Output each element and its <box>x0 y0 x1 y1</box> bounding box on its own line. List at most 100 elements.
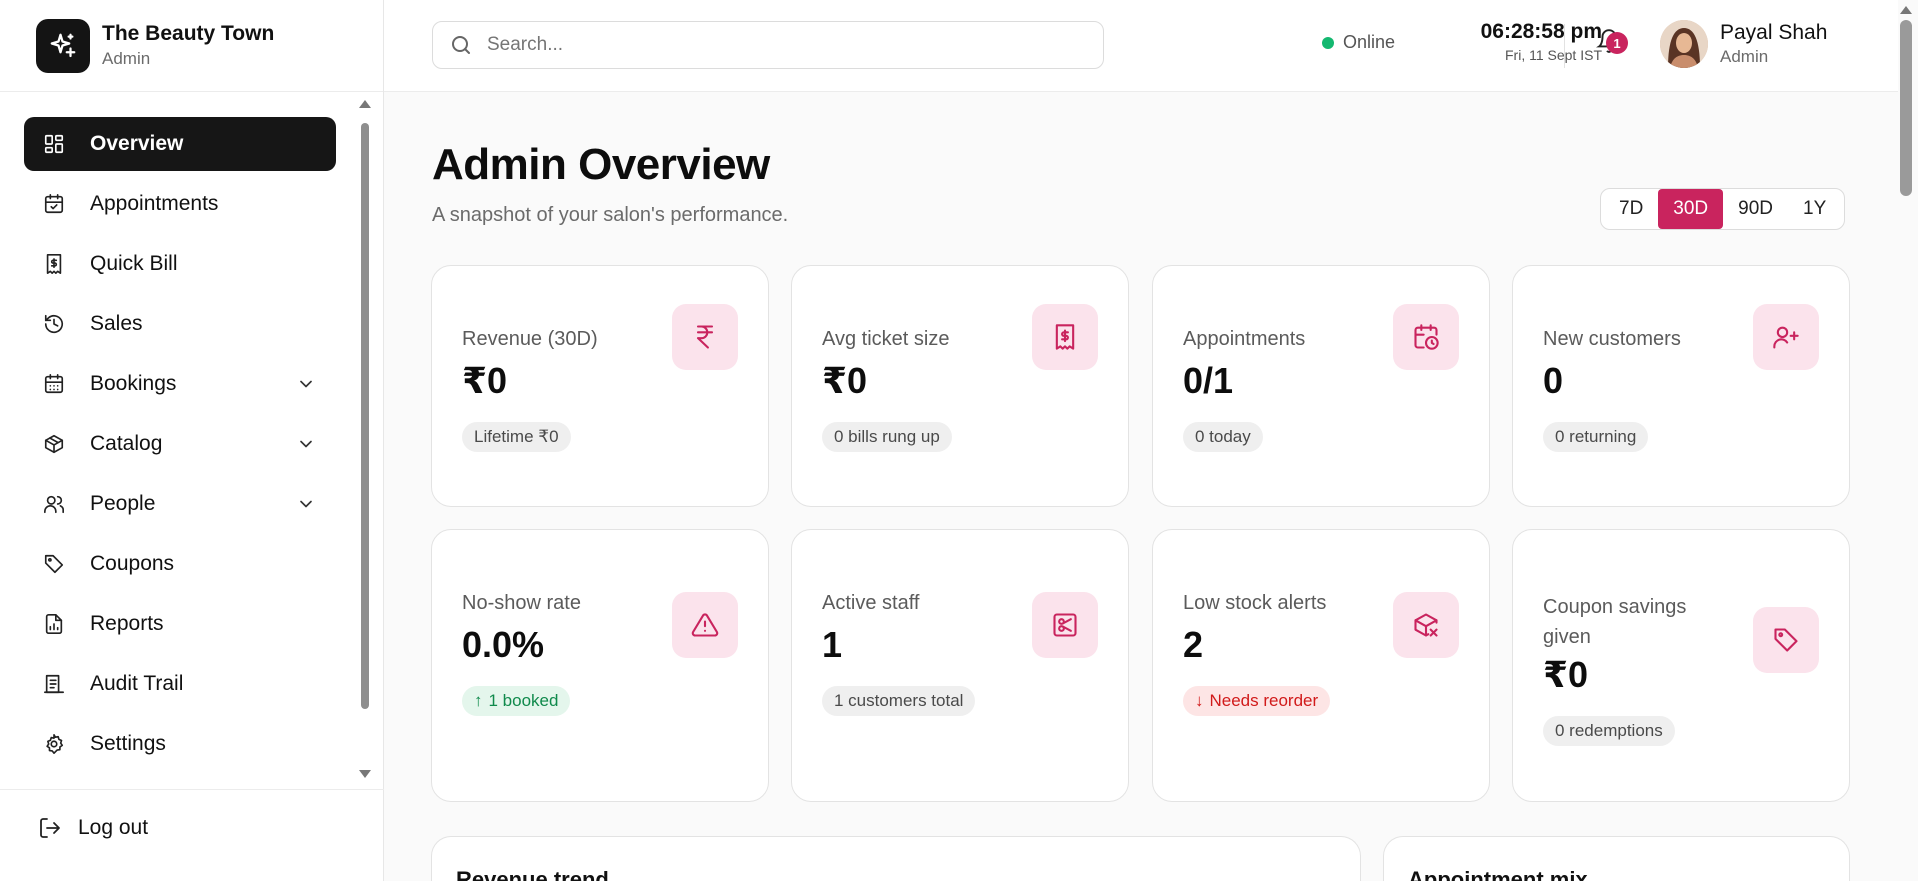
sidebar-item-label: Settings <box>90 732 166 755</box>
sidebar-item-catalog[interactable]: Catalog <box>24 417 336 471</box>
sidebar-item-people[interactable]: People <box>24 477 336 531</box>
card-value: 0 <box>1543 360 1564 401</box>
notification-badge: 1 <box>1606 32 1628 54</box>
user-role: Admin <box>1720 47 1769 66</box>
sidebar-item-label: People <box>90 492 156 515</box>
card-label: Appointments <box>1183 328 1306 350</box>
user-plus-icon <box>1753 304 1819 370</box>
card-label: Coupon savings given <box>1543 596 1687 648</box>
stat-card-new-customers[interactable]: New customers 0 0 returning <box>1512 265 1850 507</box>
revenue-trend-panel: Revenue trend <box>431 836 1361 881</box>
sparkles-logo-icon <box>36 18 90 73</box>
tag-icon <box>1753 607 1819 673</box>
box-icon <box>42 432 66 456</box>
stat-card-appointments[interactable]: Appointments 0/1 0 today <box>1152 265 1490 507</box>
clock-time: 06:28:58 pm <box>1480 20 1602 43</box>
sidebar-item-label: Catalog <box>90 432 163 455</box>
sidebar-item-audit-trail[interactable]: Audit Trail <box>24 657 336 711</box>
stat-card-avg-ticket[interactable]: Avg ticket size ₹0 0 bills rung up <box>791 265 1129 507</box>
brand-subtitle: Admin <box>102 49 151 68</box>
card-value: ₹0 <box>1543 654 1589 695</box>
online-status: Online <box>1322 32 1395 53</box>
panel-title: Revenue trend <box>456 867 609 881</box>
clock: 06:28:58 pm Fri, 11 Sept IST <box>1416 20 1602 63</box>
card-chip-trend-up: ↑ 1 booked <box>462 686 571 716</box>
scroll-thumb[interactable] <box>361 123 369 709</box>
receipt-icon <box>1032 304 1098 370</box>
chip-text: 1 booked <box>488 691 559 710</box>
card-chip: 0 returning <box>1543 422 1649 452</box>
search-box[interactable] <box>432 21 1104 69</box>
brand-title: The Beauty Town <box>102 22 275 45</box>
search-input[interactable] <box>487 34 1087 56</box>
panel-title: Appointment mix <box>1408 867 1588 881</box>
chevron-down-icon[interactable] <box>296 374 316 394</box>
page-title: Admin Overview <box>432 140 770 189</box>
range-90d-button[interactable]: 90D <box>1723 189 1788 229</box>
card-label: Revenue (30D) <box>462 328 598 350</box>
logout-icon <box>40 818 60 838</box>
card-label: No-show rate <box>462 592 581 614</box>
card-label: Active staff <box>822 592 920 614</box>
stat-card-active-staff[interactable]: Active staff 1 1 customers total <box>791 529 1129 802</box>
page-scroll-up-arrow[interactable] <box>1900 6 1912 14</box>
user-menu[interactable]: Payal Shah Admin <box>1660 20 1827 68</box>
scroll-down-arrow[interactable] <box>359 770 371 778</box>
card-value: 1 <box>822 624 843 665</box>
sidebar-item-coupons[interactable]: Coupons <box>24 537 336 591</box>
stat-card-no-show-rate[interactable]: No-show rate 0.0% ↑ 1 booked <box>431 529 769 802</box>
card-label: Avg ticket size <box>822 328 950 350</box>
sidebar-footer: Log out <box>0 789 384 881</box>
search-icon <box>452 36 470 54</box>
sidebar-item-label: Overview <box>90 132 184 155</box>
sidebar-item-quick-bill[interactable]: Quick Bill <box>24 237 336 291</box>
chevron-down-icon[interactable] <box>296 434 316 454</box>
sidebar-nav: Overview Appointments Quick Bill Sales B… <box>0 92 384 789</box>
topbar: Online 06:28:58 pm Fri, 11 Sept IST 1 Pa… <box>384 0 1898 92</box>
range-1y-button[interactable]: 1Y <box>1788 189 1841 229</box>
users-icon <box>42 492 66 516</box>
card-value: ₹0 <box>822 360 868 401</box>
range-7d-button[interactable]: 7D <box>1604 189 1658 229</box>
receipt-icon <box>42 252 66 276</box>
stat-card-coupon-savings[interactable]: Coupon savings given ₹0 0 redemptions <box>1512 529 1850 802</box>
card-chip: 0 today <box>1183 422 1263 452</box>
range-30d-button[interactable]: 30D <box>1658 189 1724 229</box>
card-value: 0/1 <box>1183 360 1234 401</box>
brand[interactable]: The Beauty Town Admin <box>0 0 383 92</box>
scissors-icon <box>1032 592 1098 658</box>
audit-icon <box>42 672 66 696</box>
sidebar-item-bookings[interactable]: Bookings <box>24 357 336 411</box>
card-chip: 0 redemptions <box>1543 716 1675 746</box>
card-chip: 0 bills rung up <box>822 422 952 452</box>
tag-icon <box>42 552 66 576</box>
page-subtitle: A snapshot of your salon's performance. <box>432 204 789 226</box>
sidebar-item-label: Quick Bill <box>90 252 178 275</box>
stat-card-low-stock[interactable]: Low stock alerts 2 ↓ Needs reorder <box>1152 529 1490 802</box>
sidebar-item-settings[interactable]: Settings <box>24 717 336 771</box>
sidebar-item-label: Coupons <box>90 552 175 575</box>
calendar-check-icon <box>42 192 66 216</box>
logout-label: Log out <box>78 816 149 839</box>
logout-button[interactable]: Log out <box>38 816 148 840</box>
status-dot-icon <box>1322 36 1334 49</box>
sidebar-item-overview[interactable]: Overview <box>24 117 336 171</box>
stat-card-revenue[interactable]: Revenue (30D) ₹0 Lifetime ₹0 <box>431 265 769 507</box>
page-scrollbar[interactable] <box>1900 20 1912 196</box>
sidebar-item-reports[interactable]: Reports <box>24 597 336 651</box>
sidebar-scrollbar[interactable] <box>358 98 372 778</box>
alert-triangle-icon <box>672 592 738 658</box>
notifications-button[interactable]: 1 <box>1596 28 1632 64</box>
sidebar-item-appointments[interactable]: Appointments <box>24 177 336 231</box>
chip-text: Needs reorder <box>1209 691 1319 710</box>
scroll-up-arrow[interactable] <box>359 100 371 108</box>
sidebar-item-label: Bookings <box>90 372 177 395</box>
card-label: New customers <box>1543 328 1681 350</box>
sidebar-item-label: Sales <box>90 312 143 335</box>
chevron-down-icon[interactable] <box>296 494 316 514</box>
package-x-icon <box>1393 592 1459 658</box>
rupee-icon <box>672 304 738 370</box>
main-content: Admin Overview A snapshot of your salon'… <box>384 92 1898 881</box>
card-value: ₹0 <box>462 360 508 401</box>
sidebar-item-sales[interactable]: Sales <box>24 297 336 351</box>
